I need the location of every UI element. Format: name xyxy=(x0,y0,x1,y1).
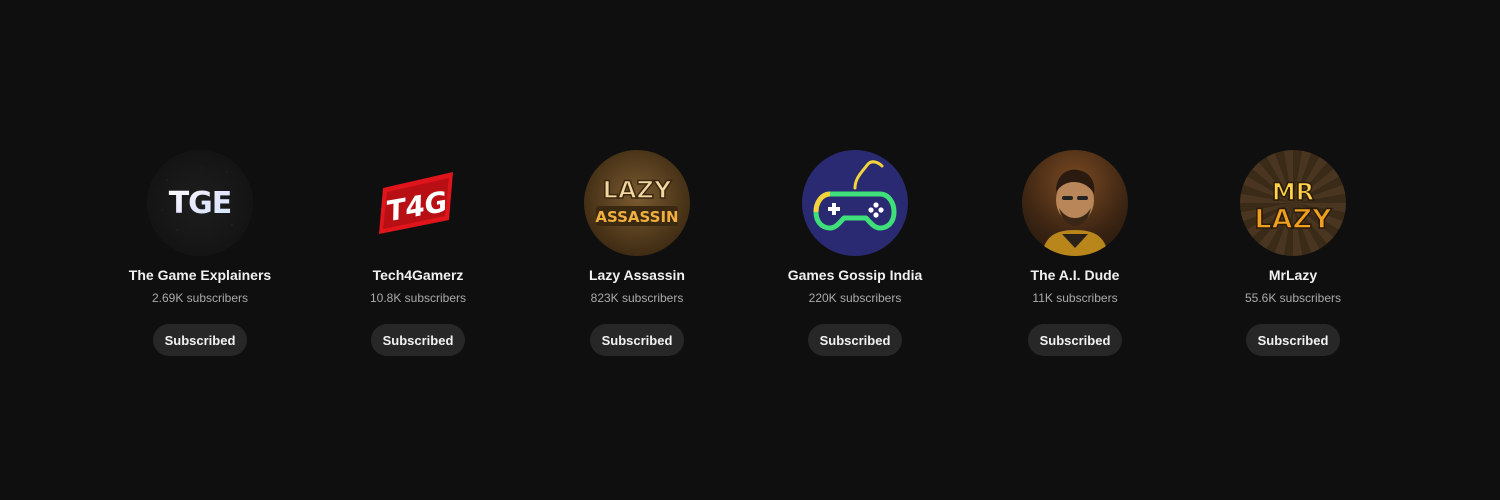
subscriber-count: 55.6K subscribers xyxy=(1244,291,1342,305)
channel-card: TGE The Game Explainers 2.69K subscriber… xyxy=(100,150,300,356)
subscribed-button[interactable]: Subscribed xyxy=(370,324,466,356)
subscribed-button[interactable]: Subscribed xyxy=(152,324,248,356)
channel-avatar[interactable]: MR LAZY xyxy=(1240,150,1346,256)
channel-card: The A.I. Dude 11K subscribers Subscribed xyxy=(975,150,1175,356)
subscribed-button[interactable]: Subscribed xyxy=(589,324,685,356)
subscribed-button[interactable]: Subscribed xyxy=(807,324,903,356)
t4g-logo-icon: T4G xyxy=(379,172,453,234)
channel-avatar[interactable]: T4G xyxy=(365,150,471,256)
channel-card: T4G Tech4Gamerz 10.8K subscribers Subscr… xyxy=(318,150,518,356)
channel-name[interactable]: Lazy Assassin xyxy=(589,266,685,284)
person-photo-icon xyxy=(1042,169,1108,256)
subscriber-count: 10.8K subscribers xyxy=(369,291,467,305)
channel-name[interactable]: The A.I. Dude xyxy=(1031,266,1120,284)
subscribed-button[interactable]: Subscribed xyxy=(1027,324,1123,356)
channel-card: Games Gossip India 220K subscribers Subs… xyxy=(755,150,955,356)
subscriber-count: 823K subscribers xyxy=(590,291,684,305)
channel-name[interactable]: The Game Explainers xyxy=(129,266,271,284)
lazy-logo-bottom: ASSASSIN xyxy=(595,208,678,226)
lazy-logo-top: LAZY xyxy=(603,176,672,204)
gamepad-icon xyxy=(813,160,897,231)
subscriber-count: 2.69K subscribers xyxy=(151,291,249,305)
mrlazy-logo-icon: MR LAZY xyxy=(1254,177,1333,236)
channel-avatar[interactable]: LAZY ASSASSIN xyxy=(584,150,690,256)
subscriber-count: 220K subscribers xyxy=(808,291,902,305)
channel-avatar[interactable]: TGE xyxy=(147,150,253,256)
mrlazy-logo-bottom: LAZY xyxy=(1254,204,1332,235)
tge-logo-icon: TGE xyxy=(161,167,233,231)
channel-avatar[interactable] xyxy=(802,150,908,256)
channel-avatar[interactable] xyxy=(1022,150,1128,256)
channel-name[interactable]: Tech4Gamerz xyxy=(373,266,464,284)
subscribed-button[interactable]: Subscribed xyxy=(1245,324,1341,356)
subscriber-count: 11K subscribers xyxy=(1032,291,1118,305)
mrlazy-logo-top: MR xyxy=(1272,178,1314,206)
channel-name[interactable]: Games Gossip India xyxy=(788,266,923,284)
lazy-assassin-logo-icon: LAZY ASSASSIN xyxy=(595,175,679,226)
channel-card: MR LAZY MrLazy 55.6K subscribers Subscri… xyxy=(1193,150,1393,356)
channel-card: LAZY ASSASSIN Lazy Assassin 823K subscri… xyxy=(537,150,737,356)
tge-logo-text: TGE xyxy=(169,186,232,221)
channel-name[interactable]: MrLazy xyxy=(1269,266,1317,284)
